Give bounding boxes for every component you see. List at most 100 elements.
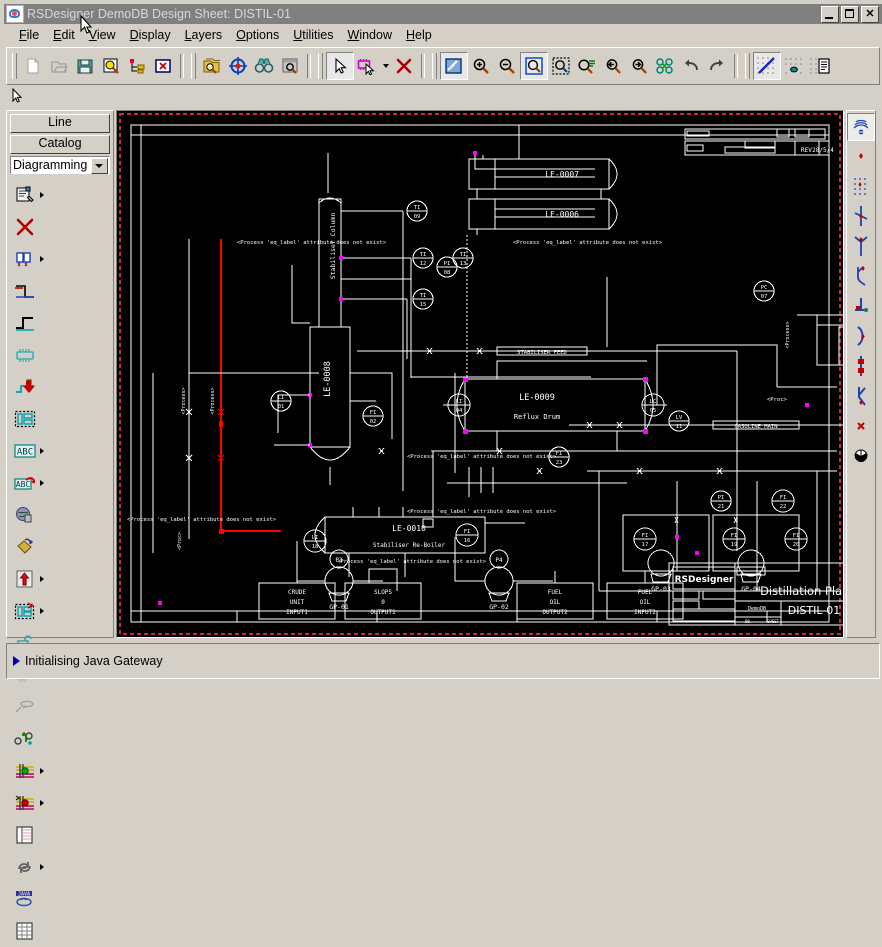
copy-component-submenu-icon[interactable] <box>38 246 46 272</box>
tool-group-select[interactable] <box>10 403 61 435</box>
drawing-canvas[interactable]: REV 28/5/4 Stabiliser Column LE-0008 <Pr… <box>116 110 844 638</box>
undo-icon[interactable] <box>678 53 704 79</box>
toolbar-grip[interactable] <box>12 53 17 79</box>
grid-properties-icon[interactable] <box>807 53 833 79</box>
tool-step-line[interactable] <box>10 307 61 339</box>
group-edit-submenu-icon[interactable] <box>38 598 46 624</box>
snap-grid-icon[interactable] <box>848 171 874 201</box>
zoom-out-icon[interactable] <box>494 53 520 79</box>
tool-copy-component[interactable] <box>10 243 61 275</box>
snap-point-icon[interactable] <box>848 141 874 171</box>
tool-globe-tag[interactable] <box>10 499 61 531</box>
menu-file[interactable]: File <box>12 26 46 44</box>
snap-quadrant-icon[interactable] <box>848 441 874 471</box>
refresh-cycle-submenu-icon[interactable] <box>38 854 46 880</box>
menu-layers[interactable]: Layers <box>178 26 230 44</box>
heat-exchanger-icon <box>12 342 38 368</box>
redo-icon[interactable] <box>704 53 730 79</box>
text-label-submenu-icon[interactable] <box>38 438 46 464</box>
svg-text:<Process>: <Process> <box>210 387 216 414</box>
delete-cross-icon[interactable] <box>391 53 417 79</box>
component-properties-submenu-icon[interactable] <box>38 182 46 208</box>
svg-text:P4: P4 <box>495 557 503 564</box>
menu-window[interactable]: Window <box>341 26 399 44</box>
line-draw-icon[interactable] <box>753 52 781 80</box>
tool-refresh-cycle[interactable] <box>10 851 61 883</box>
snap-midpoint-icon[interactable] <box>848 201 874 231</box>
close-sheet-icon[interactable] <box>150 53 176 79</box>
rotate-text-submenu-icon[interactable] <box>38 470 46 496</box>
open-folder-icon[interactable] <box>46 53 72 79</box>
design-sheet[interactable]: REV 28/5/4 Stabiliser Column LE-0008 <Pr… <box>117 111 843 637</box>
tool-add-crossing[interactable] <box>10 787 61 819</box>
target-locate-icon[interactable] <box>225 53 251 79</box>
tool-paint-bucket[interactable] <box>10 531 61 563</box>
toolbar-grip-4[interactable] <box>432 53 437 79</box>
select-component-icon[interactable] <box>354 53 380 79</box>
tool-group-edit[interactable] <box>10 595 61 627</box>
redraw-sheet-icon[interactable] <box>440 52 468 80</box>
svg-text:<Process 'eq_label' attribute: <Process 'eq_label' attribute does not e… <box>237 240 387 246</box>
arrow-pointer-icon[interactable] <box>326 52 354 80</box>
tool-promote-up[interactable] <box>10 563 61 595</box>
close-button[interactable]: ✕ <box>861 5 879 23</box>
menu-utilities[interactable]: Utilities <box>286 26 340 44</box>
menu-edit-rest: dit <box>61 27 75 42</box>
menu-help[interactable]: Help <box>399 26 439 44</box>
tool-insert-down[interactable] <box>10 371 61 403</box>
new-document-icon[interactable] <box>20 53 46 79</box>
query-sheet-icon[interactable] <box>277 53 303 79</box>
snap-perpendicular-icon[interactable] <box>848 291 874 321</box>
pan-right-icon[interactable] <box>626 53 652 79</box>
tool-rotate-text[interactable]: ABC <box>10 467 61 499</box>
tool-java-applet[interactable]: JAVA <box>10 883 61 915</box>
mode-select[interactable]: Diagramming <box>10 156 110 174</box>
zoom-extents-icon[interactable] <box>548 53 574 79</box>
crossing-lines-submenu-icon[interactable] <box>38 758 46 784</box>
tool-heat-exchanger[interactable] <box>10 339 61 371</box>
menu-display[interactable]: Display <box>123 26 178 44</box>
menu-edit[interactable]: Edit <box>46 26 82 44</box>
toolbar-grip-3[interactable] <box>318 53 323 79</box>
menu-view[interactable]: View <box>82 26 123 44</box>
instrument-loop-icon <box>12 726 38 752</box>
maximize-button[interactable] <box>841 5 859 23</box>
tool-delete-component[interactable] <box>10 211 61 243</box>
snap-endpoint-icon[interactable] <box>848 231 874 261</box>
promote-up-submenu-icon[interactable] <box>38 566 46 592</box>
zoom-in-icon[interactable] <box>468 53 494 79</box>
tool-crossing-lines[interactable] <box>10 755 61 787</box>
chevron-down-icon[interactable] <box>91 158 108 174</box>
snap-none-icon[interactable] <box>848 411 874 441</box>
tool-component-properties[interactable] <box>10 179 61 211</box>
pan-left-icon[interactable] <box>600 53 626 79</box>
line-mode-button[interactable]: Line <box>10 114 110 133</box>
tool-instrument-loop[interactable] <box>10 723 61 755</box>
snap-node-icon[interactable] <box>847 113 875 141</box>
snap-intersection-icon[interactable] <box>848 261 874 291</box>
toolbar-grip-5[interactable] <box>745 53 750 79</box>
save-disk-icon[interactable] <box>72 53 98 79</box>
snap-center-icon[interactable] <box>848 351 874 381</box>
zoom-previous-icon[interactable] <box>574 53 600 79</box>
tool-data-table[interactable] <box>10 819 61 851</box>
tool-text-label[interactable]: ABC <box>10 435 61 467</box>
find-binoculars-icon[interactable] <box>251 53 277 79</box>
catalog-button[interactable]: Catalog <box>10 135 110 154</box>
regenerate-icon[interactable] <box>652 53 678 79</box>
tool-connect-line[interactable] <box>10 275 61 307</box>
menu-options[interactable]: Options <box>229 26 286 44</box>
add-crossing-submenu-icon[interactable] <box>38 790 46 816</box>
snap-nearest-icon[interactable] <box>848 381 874 411</box>
tool-inline-item[interactable] <box>10 691 61 723</box>
select-component-dropdown-icon[interactable] <box>380 53 391 79</box>
grid-snap-icon[interactable] <box>781 53 807 79</box>
zoom-window-icon[interactable] <box>520 52 548 80</box>
snap-tangent-icon[interactable] <box>848 321 874 351</box>
toolbar-grip-2[interactable] <box>191 53 196 79</box>
minimize-button[interactable] <box>821 5 839 23</box>
preview-search-document-icon[interactable] <box>98 53 124 79</box>
tool-spreadsheet[interactable] <box>10 915 61 947</box>
hierarchy-tree-icon[interactable] <box>124 53 150 79</box>
browse-catalog-icon[interactable] <box>199 53 225 79</box>
